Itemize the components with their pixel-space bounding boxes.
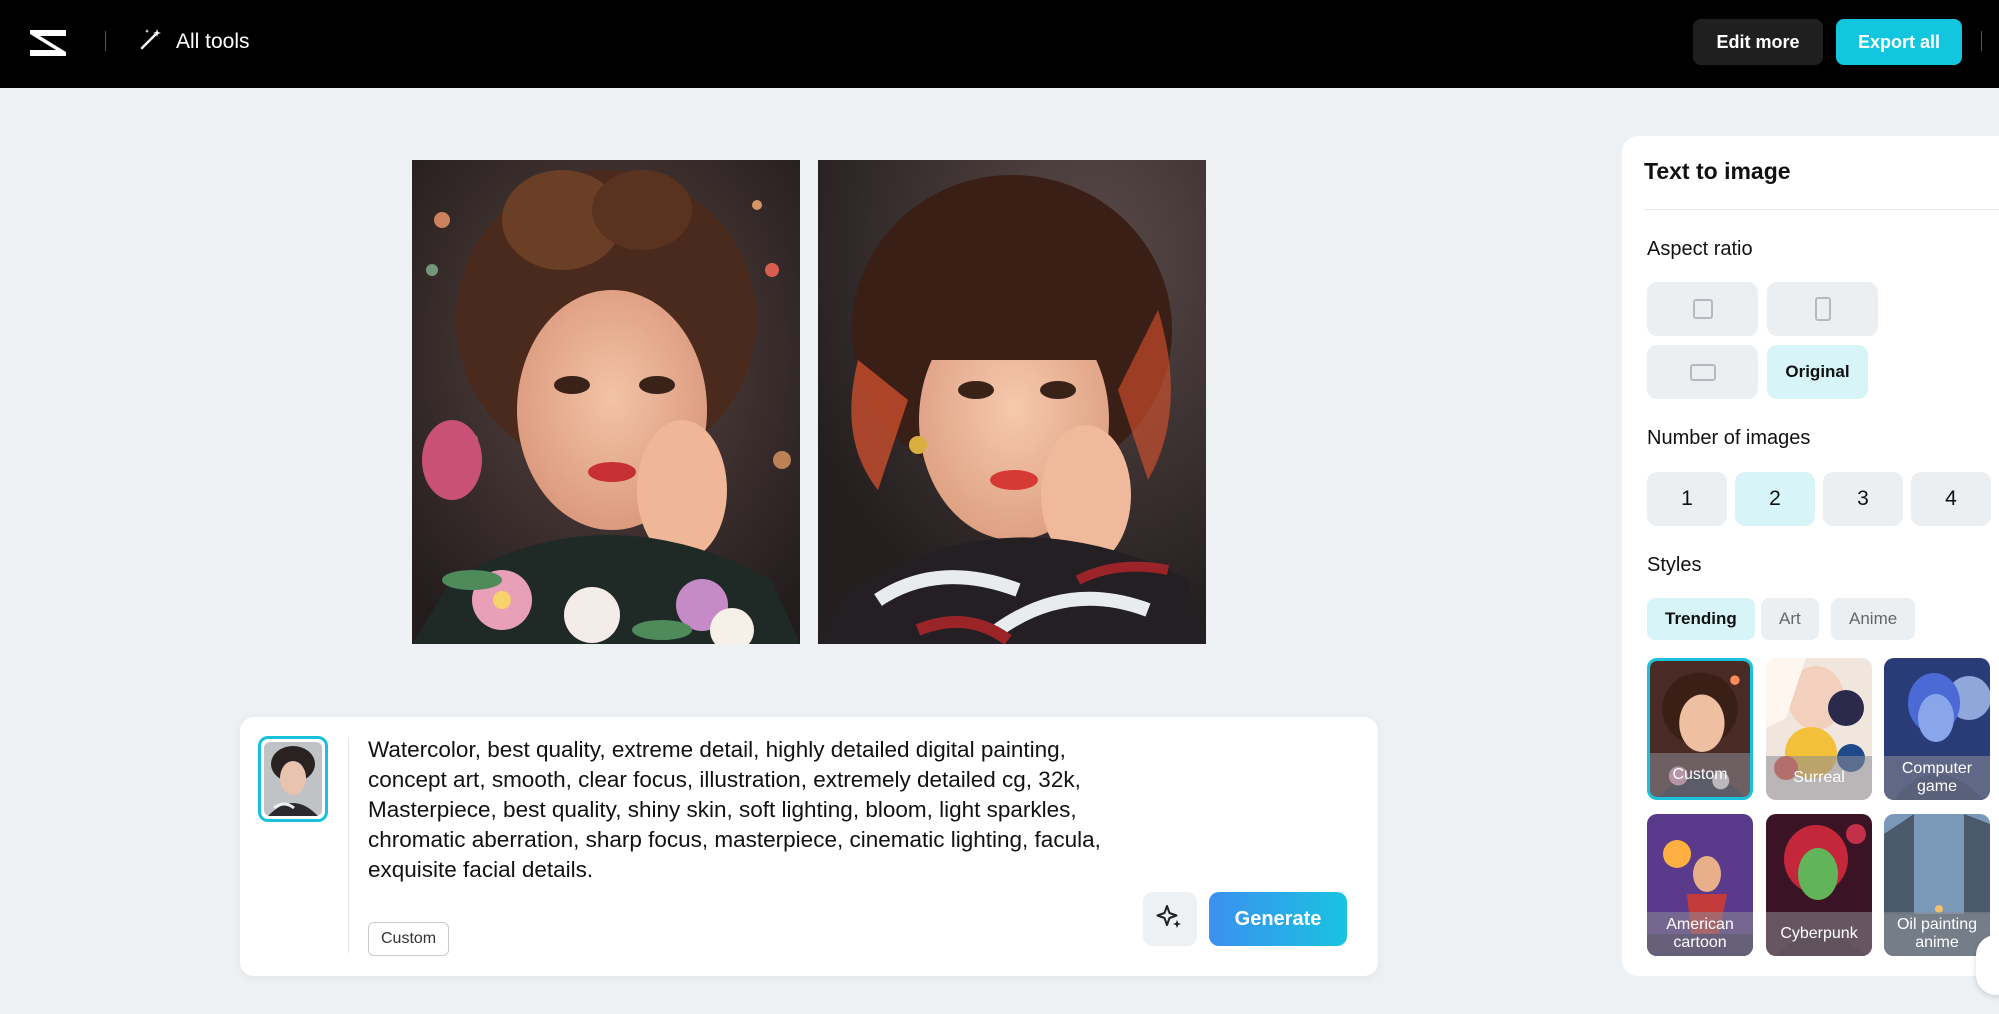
num-images-4[interactable]: 4	[1911, 472, 1991, 526]
style-tag[interactable]: Custom	[368, 922, 450, 956]
style-card-label: American cartoon	[1647, 912, 1753, 956]
prompt-card: Watercolor, best quality, extreme detail…	[240, 717, 1378, 976]
square-icon	[1692, 299, 1713, 319]
num-images-2[interactable]: 2	[1735, 472, 1815, 526]
tab-art[interactable]: Art	[1761, 598, 1819, 640]
prompt-divider	[348, 737, 349, 953]
num-images-3[interactable]: 3	[1823, 472, 1903, 526]
tab-trending[interactable]: Trending	[1647, 598, 1755, 640]
all-tools-label: All tools	[176, 30, 250, 53]
generated-image-1[interactable]	[412, 160, 800, 644]
topbar-divider	[105, 31, 106, 51]
style-card-american-cartoon[interactable]: American cartoon	[1647, 814, 1753, 956]
sparkle-icon	[1155, 902, 1185, 937]
aspect-landscape-button[interactable]	[1647, 345, 1758, 399]
topbar-divider-right	[1981, 31, 1982, 51]
styles-label: Styles	[1647, 554, 1702, 576]
capcut-logo-icon[interactable]	[26, 24, 70, 60]
tab-anime[interactable]: Anime	[1831, 598, 1916, 640]
style-card-custom[interactable]: Custom	[1647, 658, 1753, 800]
generate-button[interactable]: Generate	[1209, 892, 1347, 946]
aspect-original-button[interactable]: Original	[1767, 345, 1868, 399]
edit-more-button[interactable]: Edit more	[1693, 19, 1823, 65]
style-card-label: Cyberpunk	[1766, 912, 1872, 956]
style-card-label: Custom	[1650, 753, 1750, 797]
all-tools-button[interactable]: All tools	[138, 26, 250, 58]
num-images-label: Number of images	[1647, 427, 1811, 449]
reference-image-thumbnail[interactable]	[258, 736, 328, 822]
landscape-icon	[1689, 363, 1716, 381]
magic-wand-icon	[138, 26, 164, 58]
aspect-ratio-label: Aspect ratio	[1647, 238, 1753, 260]
style-card-label: Surreal	[1766, 756, 1872, 800]
export-all-button[interactable]: Export all	[1836, 19, 1962, 65]
floating-scroll-handle[interactable]	[1976, 935, 1999, 995]
style-card-oil-painting-anime[interactable]: Oil painting anime	[1884, 814, 1990, 956]
settings-panel: Text to image Aspect ratio Original Numb…	[1622, 136, 1999, 976]
panel-divider	[1644, 209, 1999, 210]
style-card-cyberpunk[interactable]: Cyberpunk	[1766, 814, 1872, 956]
style-card-computer-game[interactable]: Computer game	[1884, 658, 1990, 800]
aspect-square-button[interactable]	[1647, 282, 1758, 336]
style-card-label: Computer game	[1884, 756, 1990, 800]
portrait-icon	[1814, 297, 1831, 321]
style-card-label: Oil painting anime	[1884, 912, 1990, 956]
generated-image-2[interactable]	[818, 160, 1206, 644]
style-card-surreal[interactable]: Surreal	[1766, 658, 1872, 800]
num-images-1[interactable]: 1	[1647, 472, 1727, 526]
panel-title: Text to image	[1644, 158, 1791, 184]
top-bar: All tools Edit more Export all	[0, 0, 1999, 88]
enhance-prompt-button[interactable]	[1143, 892, 1197, 946]
aspect-portrait-button[interactable]	[1767, 282, 1878, 336]
prompt-textarea[interactable]: Watercolor, best quality, extreme detail…	[368, 735, 1128, 885]
